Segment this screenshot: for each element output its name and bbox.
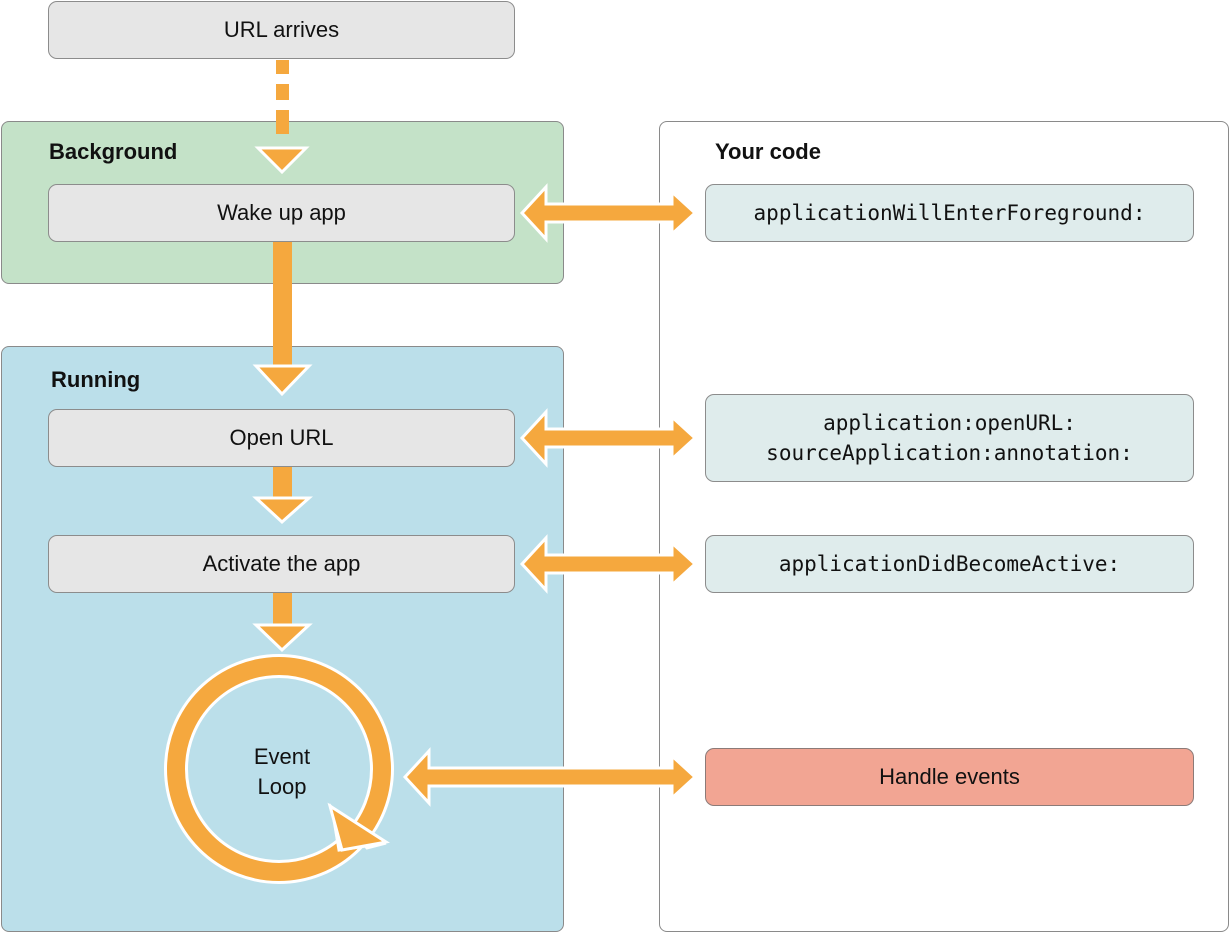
event-loop-line2: Loop [257, 774, 307, 799]
dashed-arrow-url-to-wake [254, 60, 310, 175]
double-arrow-open-url-callback [519, 408, 698, 468]
double-arrow-activate-callback [519, 534, 698, 594]
arrow-wake-to-open-url [252, 242, 313, 397]
event-loop-label: Event Loop [222, 742, 342, 802]
arrow-activate-to-loop [252, 593, 313, 653]
arrows-layer [164, 60, 698, 884]
arrow-open-url-to-activate [252, 467, 313, 525]
event-loop-line1: Event [253, 744, 311, 769]
double-arrow-wake-foreground [519, 183, 698, 243]
double-arrow-loop-handle-events [402, 747, 698, 807]
